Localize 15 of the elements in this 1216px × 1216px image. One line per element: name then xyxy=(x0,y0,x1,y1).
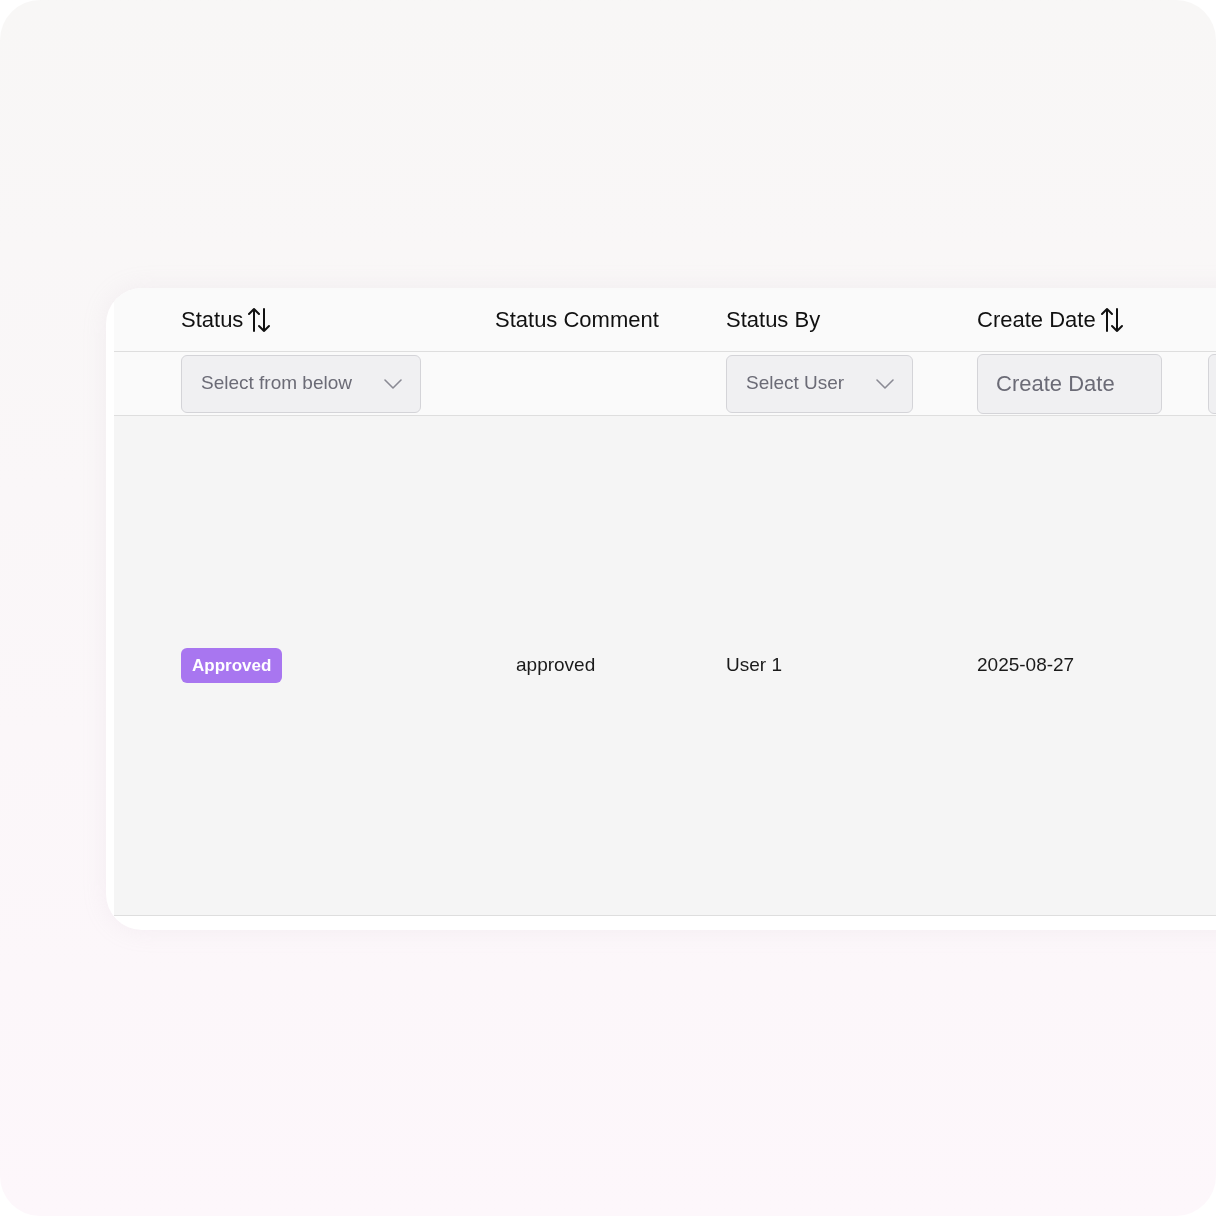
table-cell-text: approved xyxy=(516,653,596,678)
date-input-field[interactable]: Create Date xyxy=(977,353,1162,414)
chevron-down-icon xyxy=(876,378,895,389)
column-header: Status Comment xyxy=(495,306,659,334)
select-dropdown[interactable]: Select from below xyxy=(181,354,421,413)
select-dropdown[interactable]: Select User xyxy=(726,354,914,413)
sort-icon[interactable] xyxy=(247,306,272,333)
sort-icon[interactable] xyxy=(1099,306,1124,333)
column-header: Status xyxy=(181,306,244,334)
table-cell-text: User 1 xyxy=(726,653,782,678)
table-cell-text: 2025-08-27 xyxy=(977,653,1075,678)
chevron-down-icon xyxy=(384,378,402,389)
column-header: Create Date xyxy=(977,306,1096,334)
status-badge: Approved xyxy=(181,647,283,684)
column-header: Status By xyxy=(726,306,821,334)
